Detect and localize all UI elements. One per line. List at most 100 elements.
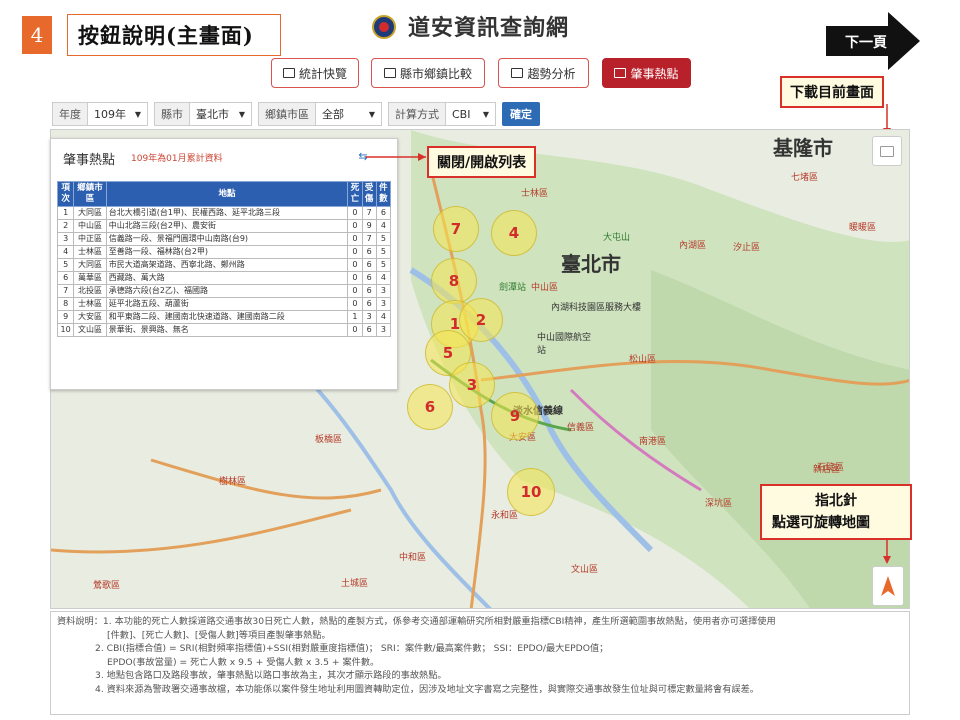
- table-cell: 6: [361, 258, 377, 272]
- tab-label: 趨勢分析: [527, 66, 576, 81]
- table-row[interactable]: 9 大安區 和平東路二段、建國南北快速道路、建國南路二段 1 3 4: [56, 310, 392, 324]
- note-line: 3. 地點包含路口及路段事故，肇事熱點以路口事故為主，其次才顯示路段的事故熱點。: [95, 670, 447, 681]
- callout-compass: 指北針 點選可旋轉地圖: [760, 484, 912, 540]
- tab-trend-analysis[interactable]: 趨勢分析: [498, 58, 589, 88]
- col-header: 地點: [105, 181, 349, 207]
- map-icon: [614, 68, 627, 78]
- panel-subtitle: 109年為01月累計資料: [131, 154, 223, 164]
- map-label-shulin: 樹林區: [219, 477, 247, 487]
- hotspot-cluster[interactable]: 7: [433, 206, 479, 252]
- table-row[interactable]: 8 士林區 延平北路五段、葫蘆街 0 6 3: [56, 297, 392, 311]
- callout-compass-line2: 點選可旋轉地圖: [772, 515, 870, 531]
- district-select[interactable]: 全部 ▼: [316, 102, 382, 126]
- table-cell: 4: [375, 310, 392, 324]
- table-row[interactable]: 10 文山區 景華街、景興路、無名 0 6 3: [56, 323, 392, 337]
- filter-bar: 年度 109年 ▼ 縣市 臺北市 ▼ 鄉鎮市區 全部 ▼ 計算方式 CBI ▼ 確定: [52, 101, 540, 127]
- slide-number: 4: [22, 16, 52, 54]
- table-cell: 西藏路、萬大路: [105, 271, 349, 285]
- hotspot-list-panel: 肇事熱點 109年為01月累計資料 ⇆ 項次 鄉鎮市區 地點 死亡 受傷 件數 …: [50, 138, 398, 390]
- table-row[interactable]: 5 大同區 市民大道高架道路、西寧北路、鄭州路 0 6 5: [56, 258, 392, 272]
- map-label-yingge: 鶯歌區: [93, 581, 121, 591]
- table-row[interactable]: 7 北投區 承德路六段(台2乙)、福國路 0 6 3: [56, 284, 392, 298]
- tab-accident-hotspots[interactable]: 肇事熱點: [602, 58, 691, 88]
- download-screen-button[interactable]: [872, 136, 902, 166]
- table-cell: 士林區: [73, 245, 107, 259]
- panel-title: 肇事熱點: [63, 153, 116, 168]
- note-line: EPDO(事故當量) = 死亡人數 x 9.5 + 受傷人數 x 3.5 + 案…: [107, 656, 380, 668]
- table-cell: 0: [347, 245, 363, 259]
- table-row[interactable]: 4 士林區 至善路一段、福林路(台2甲) 0 6 5: [56, 245, 392, 259]
- method-select[interactable]: CBI ▼: [446, 102, 496, 126]
- table-cell: 6: [56, 271, 75, 285]
- map-label-songshan: 松山區: [629, 355, 657, 365]
- table-cell: 大同區: [73, 206, 107, 220]
- table-row[interactable]: 1 大同區 台北大橋引道(台1甲)、民權西路、延平北路三段 0 7 6: [56, 206, 392, 220]
- compass-button[interactable]: [872, 566, 904, 606]
- year-label: 年度: [52, 102, 88, 126]
- table-cell: 文山區: [73, 323, 107, 337]
- slide-title: 按鈕說明(主畫面): [67, 14, 281, 56]
- table-row[interactable]: 6 萬華區 西藏路、萬大路 0 6 4: [56, 271, 392, 285]
- table-cell: 0: [347, 297, 363, 311]
- hotspot-cluster[interactable]: 3: [449, 362, 495, 408]
- table-cell: 3: [375, 284, 392, 298]
- hotspot-cluster[interactable]: 9: [491, 392, 539, 440]
- table-row[interactable]: 3 中正區 信義路一段、景福門圓環中山南路(台9) 0 7 5: [56, 232, 392, 246]
- note-line: 4. 資料來源為警政署交通事故檔，本功能係以案件發生地址利用圖資轉助定位，因涉及…: [95, 683, 759, 695]
- table-cell: 0: [347, 284, 363, 298]
- table-cell: 市民大道高架道路、西寧北路、鄭州路: [105, 258, 349, 272]
- map-label-xizhi: 汐止區: [733, 243, 761, 253]
- city-label: 縣市: [154, 102, 190, 126]
- table-cell: 3: [361, 310, 377, 324]
- image-icon: [880, 145, 894, 157]
- table-cell: 4: [375, 271, 392, 285]
- table-cell: 3: [375, 323, 392, 337]
- city-select[interactable]: 臺北市 ▼: [190, 102, 252, 126]
- year-select[interactable]: 109年 ▼: [88, 102, 148, 126]
- table-cell: 信義路一段、景福門圓環中山南路(台9): [105, 232, 349, 246]
- table-cell: 6: [361, 323, 377, 337]
- callout-toggle-arrow: [366, 153, 426, 161]
- table-cell: 1: [347, 310, 363, 324]
- hotspot-cluster[interactable]: 6: [407, 384, 453, 430]
- table-cell: 中山北路三段(台2甲)、農安街: [105, 219, 349, 233]
- tab-statistics-overview[interactable]: 統計快覽: [271, 58, 359, 88]
- table-row[interactable]: 2 中山區 中山北路三段(台2甲)、農安街 0 9 4: [56, 219, 392, 233]
- table-cell: 4: [56, 245, 75, 259]
- map-label-qidu: 七堵區: [791, 173, 819, 183]
- table-cell: 0: [347, 232, 363, 246]
- hotspot-cluster[interactable]: 2: [459, 298, 503, 342]
- hotspot-cluster[interactable]: 4: [491, 210, 537, 256]
- callout-download: 下載目前畫面: [780, 76, 884, 108]
- map-label-banqiao: 板橋區: [315, 435, 343, 445]
- map-label-neihu-park: 內湖科技園區服務大樓: [551, 303, 642, 313]
- col-header: 件數: [375, 181, 392, 207]
- map-label-taipei: 臺北市: [561, 252, 621, 276]
- table-cell: 0: [347, 219, 363, 233]
- table-cell: 6: [361, 284, 377, 298]
- tab-label: 縣市鄉鎮比較: [399, 66, 472, 81]
- col-header: 受傷: [361, 181, 377, 207]
- hotspot-cluster[interactable]: 8: [431, 258, 477, 304]
- tab-county-compare[interactable]: 縣市鄉鎮比較: [371, 58, 485, 88]
- table-cell: 3: [56, 232, 75, 246]
- table-cell: 0: [347, 258, 363, 272]
- table-cell: 0: [347, 323, 363, 337]
- table-cell: 6: [375, 206, 392, 220]
- data-notes: 資料說明：1. 本功能的死亡人數採道路交通事故30日死亡人數，熱點的產製方式，係…: [50, 611, 910, 715]
- map-label-neihu: 內湖區: [679, 241, 707, 251]
- submit-button[interactable]: 確定: [502, 102, 540, 126]
- district-label: 鄉鎮市區: [258, 102, 316, 126]
- hotspot-cluster[interactable]: 10: [507, 468, 555, 516]
- compass-icon: [881, 576, 895, 596]
- table-cell: 中山區: [73, 219, 107, 233]
- table-cell: 6: [361, 271, 377, 285]
- note-line: [件數]、[死亡人數]、[受傷人數]等項目產製肇事熱點。: [107, 629, 331, 641]
- next-page-label: 下一頁: [845, 35, 887, 51]
- map-label-xinyi: 信義區: [567, 423, 595, 433]
- map-label-nuannuan: 暖暖區: [849, 223, 877, 233]
- note-line: 2. CBI(指標合值) = SRI(相對頻率指標值)+SSI(相對嚴重度指標值…: [95, 643, 609, 654]
- note-line: 資料說明：1. 本功能的死亡人數採道路交通事故30日死亡人數，熱點的產製方式，係…: [57, 616, 776, 627]
- callout-toggle-list: 關閉/開啟列表: [427, 146, 537, 178]
- callout-compass-line1: 指北針: [815, 493, 857, 509]
